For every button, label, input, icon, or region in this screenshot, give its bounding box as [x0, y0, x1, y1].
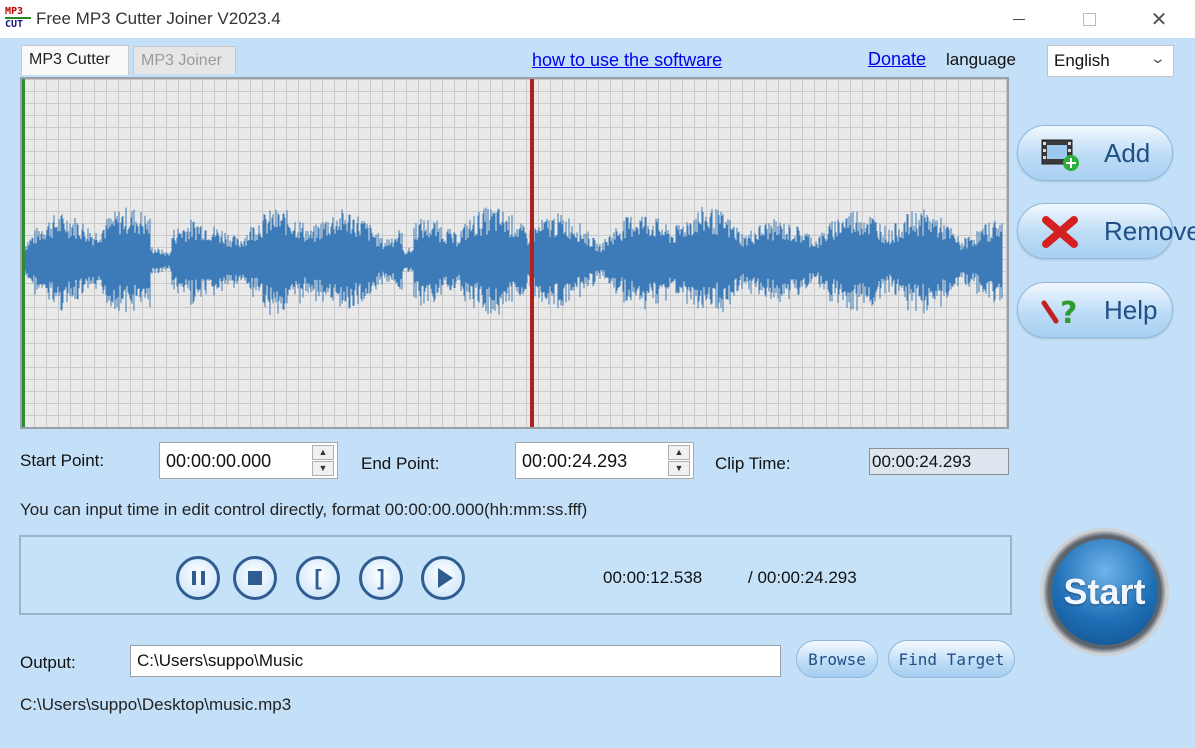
- add-button[interactable]: Add: [1017, 125, 1173, 181]
- stop-icon: [248, 571, 262, 585]
- add-file-icon: [1041, 139, 1079, 171]
- stop-button[interactable]: [233, 556, 277, 600]
- output-label: Output:: [20, 653, 76, 672]
- main-panel: MP3 Cutter MP3 Joiner how to use the sof…: [0, 38, 1195, 748]
- remove-x-icon: [1042, 216, 1078, 248]
- tab-mp3-joiner[interactable]: MP3 Joiner: [133, 46, 236, 74]
- help-button[interactable]: ? Help: [1017, 282, 1173, 338]
- start-button-face: Start: [1048, 536, 1161, 648]
- help-button-label: Help: [1104, 294, 1158, 325]
- language-value: English: [1054, 51, 1110, 70]
- add-button-label: Add: [1104, 137, 1151, 168]
- playhead-marker[interactable]: [530, 79, 534, 427]
- end-point-field[interactable]: 00:00:24.293 ▲ ▼: [515, 442, 694, 479]
- pause-button[interactable]: [176, 556, 220, 600]
- window-title: Free MP3 Cutter Joiner V2023.4: [36, 9, 281, 28]
- start-point-field[interactable]: 00:00:00.000 ▲ ▼: [159, 442, 338, 479]
- find-target-button[interactable]: Find Target: [888, 640, 1015, 678]
- donate-link[interactable]: Donate: [868, 49, 926, 70]
- minimize-icon: [1013, 18, 1025, 20]
- waveform-graph: [23, 207, 1003, 315]
- play-selection-button[interactable]: [421, 556, 465, 600]
- end-point-spinner[interactable]: ▲ ▼: [668, 445, 690, 476]
- remove-button[interactable]: Remove: [1017, 203, 1195, 259]
- howto-link[interactable]: how to use the software: [532, 50, 722, 71]
- spin-down-icon[interactable]: ▼: [312, 461, 334, 476]
- start-point-label: Start Point:: [20, 451, 105, 470]
- total-time: / 00:00:24.293: [748, 568, 857, 587]
- spin-up-icon[interactable]: ▲: [312, 445, 334, 460]
- bracket-open-icon: [: [314, 565, 322, 590]
- mark-start-button[interactable]: [: [296, 556, 340, 600]
- source-file-path: C:\Users\suppo\Desktop\music.mp3: [20, 695, 292, 714]
- maximize-icon: [1082, 12, 1096, 26]
- mark-end-button[interactable]: ]: [359, 556, 403, 600]
- close-button[interactable]: ✕: [1136, 0, 1182, 38]
- clip-time-label: Clip Time:: [715, 454, 791, 473]
- start-button[interactable]: Start: [1040, 528, 1169, 656]
- chevron-down-icon: ⌄: [1149, 50, 1167, 66]
- language-label: language: [946, 50, 1016, 69]
- start-point-value: 00:00:00.000: [166, 451, 272, 471]
- tab-mp3-cutter[interactable]: MP3 Cutter: [21, 45, 129, 75]
- play-icon: [438, 568, 453, 588]
- title-bar: MP3 CUT Free MP3 Cutter Joiner V2023.4 ✕: [0, 0, 1195, 38]
- minimize-button[interactable]: [996, 0, 1042, 38]
- output-path-field[interactable]: C:\Users\suppo\Music: [130, 645, 781, 677]
- format-hint: You can input time in edit control direc…: [20, 500, 588, 519]
- waveform-display[interactable]: [20, 77, 1009, 429]
- start-point-spinner[interactable]: ▲ ▼: [312, 445, 334, 476]
- spin-down-icon[interactable]: ▼: [668, 461, 690, 476]
- maximize-button[interactable]: [1066, 0, 1112, 38]
- language-select[interactable]: English ⌄: [1047, 45, 1174, 77]
- close-icon: ✕: [1150, 8, 1168, 31]
- remove-button-label: Remove: [1104, 215, 1195, 246]
- player-panel: [ ] 00:00:12.538 / 00:00:24.293: [19, 535, 1012, 615]
- start-button-label: Start: [1063, 571, 1146, 612]
- browse-button[interactable]: Browse: [796, 640, 878, 678]
- bracket-close-icon: ]: [377, 565, 385, 590]
- end-point-label: End Point:: [361, 454, 440, 473]
- app-logo-icon: MP3 CUT: [5, 6, 31, 30]
- spin-up-icon[interactable]: ▲: [668, 445, 690, 460]
- help-question-icon: ?: [1041, 296, 1077, 329]
- current-time: 00:00:12.538: [603, 568, 703, 587]
- pause-icon: [191, 571, 205, 585]
- svg-text:?: ?: [1060, 296, 1077, 329]
- clip-time-value: 00:00:24.293: [869, 448, 1009, 475]
- start-marker[interactable]: [22, 79, 25, 427]
- end-point-value: 00:00:24.293: [522, 451, 628, 471]
- waveform-path: [23, 207, 1003, 315]
